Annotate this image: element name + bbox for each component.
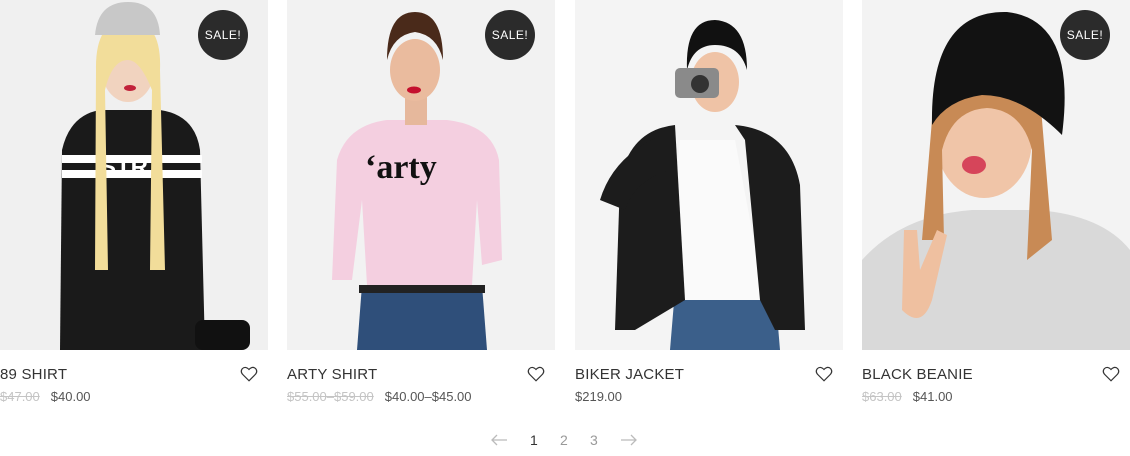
arrow-right-icon[interactable]: [620, 433, 638, 447]
sale-price: $40.00: [50, 389, 91, 404]
old-price: $47.00: [0, 389, 40, 404]
heart-outline-icon[interactable]: [240, 365, 258, 383]
sale-badge: SALE!: [198, 10, 248, 60]
product-image[interactable]: [575, 0, 843, 350]
sale-badge: SALE!: [1060, 10, 1110, 60]
product-image[interactable]: STR SALE!: [0, 0, 268, 350]
old-price: $63.00: [862, 389, 902, 404]
sale-price: $41.00: [912, 389, 953, 404]
heart-outline-icon[interactable]: [527, 365, 545, 383]
heart-outline-icon[interactable]: [815, 365, 833, 383]
heart-outline-icon[interactable]: [1102, 365, 1120, 383]
pagination: 1 2 3: [490, 432, 640, 452]
model-photo-biker-jacket: [575, 0, 843, 350]
product-title[interactable]: BIKER JACKET: [575, 366, 684, 383]
arrow-left-icon[interactable]: [490, 433, 508, 447]
shirt-print-text: ‘arty: [365, 149, 437, 186]
sale-badge: SALE!: [485, 10, 535, 60]
product-price: $63.00 $41.00: [862, 389, 953, 404]
sale-price: $40.00–$45.00: [384, 389, 472, 404]
product-card[interactable]: BIKER JACKET $219.00: [575, 0, 843, 420]
product-card[interactable]: STR SALE! 89 SHIRT $47.00 $40.00: [0, 0, 268, 420]
page-link-2[interactable]: 2: [560, 432, 568, 448]
product-card[interactable]: ‘arty SALE! ARTY SHIRT $55.00–$59.00 $40.…: [287, 0, 555, 420]
regular-price: $219.00: [575, 389, 622, 404]
page-link-3[interactable]: 3: [590, 432, 598, 448]
page-link-1[interactable]: 1: [530, 432, 538, 448]
old-price: $55.00–$59.00: [287, 389, 374, 404]
product-price: $47.00 $40.00: [0, 389, 91, 404]
product-price: $219.00: [575, 389, 622, 404]
product-price: $55.00–$59.00 $40.00–$45.00: [287, 389, 472, 404]
product-grid: STR SALE! 89 SHIRT $47.00 $40.00 ‘arty S…: [0, 0, 1130, 420]
product-title[interactable]: ARTY SHIRT: [287, 366, 377, 383]
shirt-print-text: STR: [100, 154, 148, 181]
product-card[interactable]: SALE! BLACK BEANIE $63.00 $41.00: [862, 0, 1130, 420]
product-image[interactable]: ‘arty SALE!: [287, 0, 555, 350]
product-title[interactable]: BLACK BEANIE: [862, 366, 973, 383]
product-image[interactable]: SALE!: [862, 0, 1130, 350]
product-title[interactable]: 89 SHIRT: [0, 366, 67, 383]
